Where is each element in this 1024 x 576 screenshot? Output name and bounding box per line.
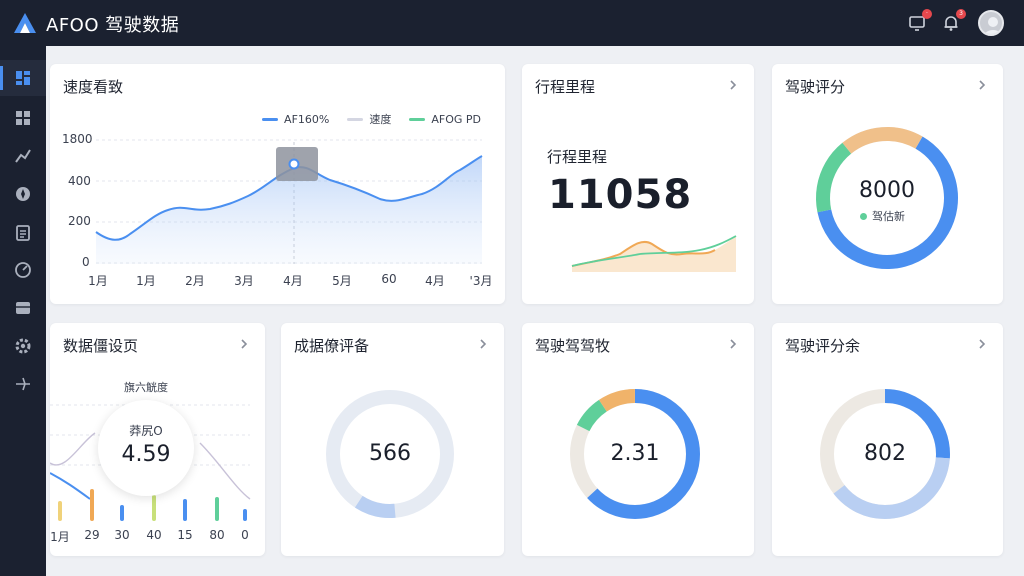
x-tick: '3月 bbox=[469, 274, 493, 288]
trip-value: 11058 bbox=[548, 172, 693, 218]
bubble-label: 莽尻O bbox=[129, 424, 163, 438]
eval-card: 成据僚评备 566 bbox=[281, 323, 504, 556]
x-tick: 29 bbox=[84, 528, 100, 542]
x-tick: 40 bbox=[146, 528, 162, 542]
chart-tooltip bbox=[276, 147, 318, 181]
trip-label: 行程里程 bbox=[547, 148, 608, 166]
legend-item[interactable]: 速度 bbox=[347, 111, 391, 127]
eval-value: 566 bbox=[369, 441, 411, 466]
y-tick: 200 bbox=[68, 214, 91, 228]
value-bubble: 莽尻O 4.59 bbox=[98, 400, 194, 496]
legend-item[interactable]: AF160% bbox=[262, 111, 329, 127]
x-tick: 0 bbox=[241, 528, 249, 542]
sidebar bbox=[0, 46, 46, 576]
drive-card: 驾驶驾驾牧 2.31 bbox=[522, 323, 754, 556]
x-tick: 1月 bbox=[50, 530, 70, 544]
speed-line bbox=[95, 155, 483, 241]
gauge-icon bbox=[15, 262, 31, 278]
score2-card: 驾驶评分余 802 bbox=[772, 323, 1003, 556]
bubble-value: 4.59 bbox=[121, 442, 171, 467]
x-tick: 60 bbox=[381, 272, 397, 286]
trip-card: 行程里程 行程里程 11058 bbox=[522, 64, 754, 304]
speed-chart bbox=[95, 139, 483, 264]
speed-area bbox=[96, 156, 482, 264]
notification-badge: · bbox=[922, 9, 932, 19]
dashboard-icon bbox=[16, 71, 30, 85]
speed-legend: AF160% 速度 AFOG PD bbox=[262, 111, 481, 127]
eval-donut bbox=[326, 390, 454, 518]
x-tick: 2月 bbox=[185, 274, 205, 288]
sidebar-item-speed[interactable] bbox=[0, 252, 46, 288]
app-title: AFOO 驾驶数据 bbox=[46, 15, 180, 36]
x-tick: 3月 bbox=[234, 274, 254, 288]
user-icon bbox=[984, 17, 1002, 34]
y-tick: 0 bbox=[82, 255, 90, 269]
grid-lines bbox=[96, 139, 482, 264]
x-tick: 4月 bbox=[283, 274, 303, 288]
sidebar-item-analytics[interactable] bbox=[0, 138, 46, 174]
compass-icon bbox=[16, 187, 30, 201]
score-value: 8000 bbox=[859, 178, 915, 203]
sidebar-item-navigation[interactable] bbox=[0, 176, 46, 212]
drive-value: 2.31 bbox=[610, 441, 660, 466]
x-tick: 15 bbox=[177, 528, 193, 542]
drive-donut bbox=[570, 389, 700, 519]
sidebar-item-settings[interactable] bbox=[0, 328, 46, 364]
score-sub: 驾估新 bbox=[860, 208, 905, 224]
trip-sparkline bbox=[571, 235, 737, 272]
clipboard-icon bbox=[16, 225, 30, 241]
sidebar-item-reports[interactable] bbox=[0, 214, 46, 250]
score2-donut bbox=[820, 389, 950, 519]
plane-icon bbox=[16, 377, 30, 391]
grid-icon bbox=[16, 111, 30, 125]
alerts-badge: 3 bbox=[956, 9, 966, 19]
score-card: 驾驶评分 8000 驾估新 bbox=[772, 64, 1003, 304]
user-avatar[interactable] bbox=[978, 10, 1004, 36]
score2-value: 802 bbox=[864, 441, 906, 466]
speed-card-title: 速度看致 bbox=[63, 78, 124, 96]
legend-item[interactable]: AFOG PD bbox=[409, 111, 481, 127]
x-tick: 1月 bbox=[136, 274, 156, 288]
x-tick: 30 bbox=[114, 528, 130, 542]
speed-card: 速度看致 AF160% 速度 AFOG PD 1800 400 200 0 1月… bbox=[50, 64, 505, 304]
hover-point bbox=[288, 158, 300, 170]
sidebar-item-dashboard[interactable] bbox=[0, 60, 46, 96]
y-tick: 400 bbox=[68, 174, 91, 188]
x-tick: 1月 bbox=[88, 274, 108, 288]
chart-icon bbox=[15, 149, 31, 163]
y-tick: 1800 bbox=[62, 132, 93, 146]
notification-button[interactable]: · bbox=[906, 9, 932, 34]
logo-icon bbox=[14, 13, 36, 33]
settings-icon bbox=[15, 338, 31, 354]
chevron-right-icon[interactable] bbox=[726, 78, 740, 92]
trip-card-title: 行程里程 bbox=[535, 78, 596, 96]
x-tick: 80 bbox=[209, 528, 225, 542]
sidebar-item-grid[interactable] bbox=[0, 100, 46, 136]
sidebar-item-flights[interactable] bbox=[0, 366, 46, 402]
top-bar: AFOO 驾驶数据 · 3 bbox=[0, 0, 1024, 46]
sidebar-item-storage[interactable] bbox=[0, 290, 46, 326]
alerts-button[interactable]: 3 bbox=[940, 9, 966, 34]
box-icon bbox=[16, 302, 30, 314]
x-tick: 4月 bbox=[425, 274, 445, 288]
x-tick: 5月 bbox=[332, 274, 352, 288]
